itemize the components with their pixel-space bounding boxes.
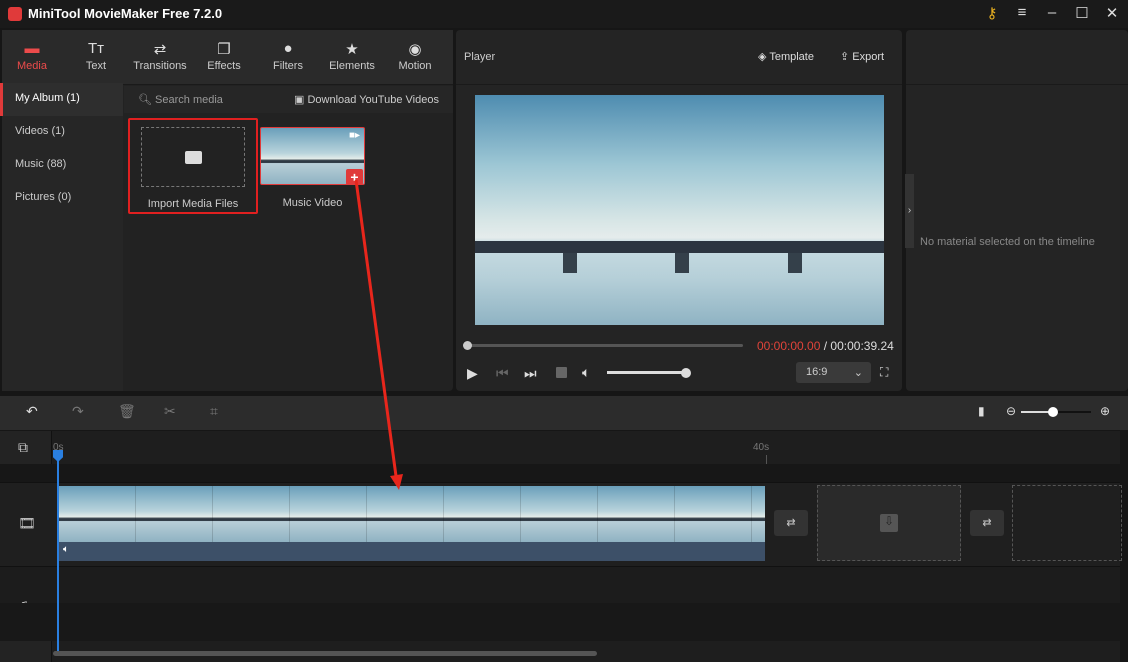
drag-arrow-annotation: [354, 179, 403, 490]
arrow-head: [390, 474, 403, 490]
arrow-line: [354, 179, 398, 477]
